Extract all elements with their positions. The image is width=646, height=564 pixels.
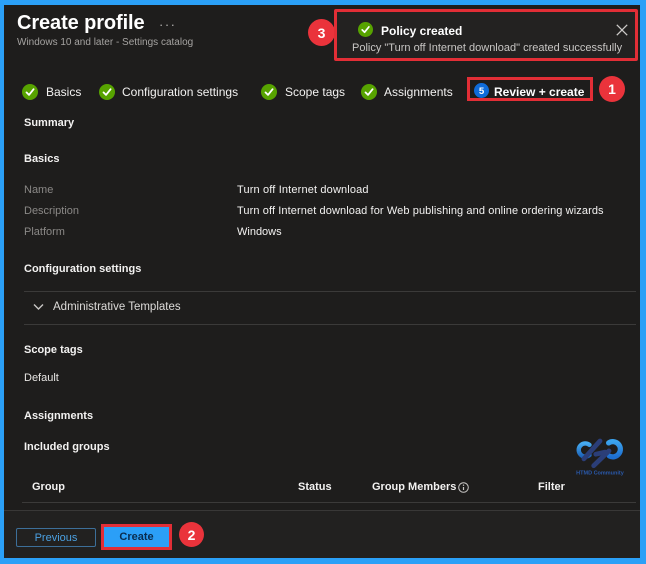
svg-text:HTMD Community: HTMD Community — [576, 471, 625, 477]
svg-text:5: 5 — [479, 86, 485, 97]
